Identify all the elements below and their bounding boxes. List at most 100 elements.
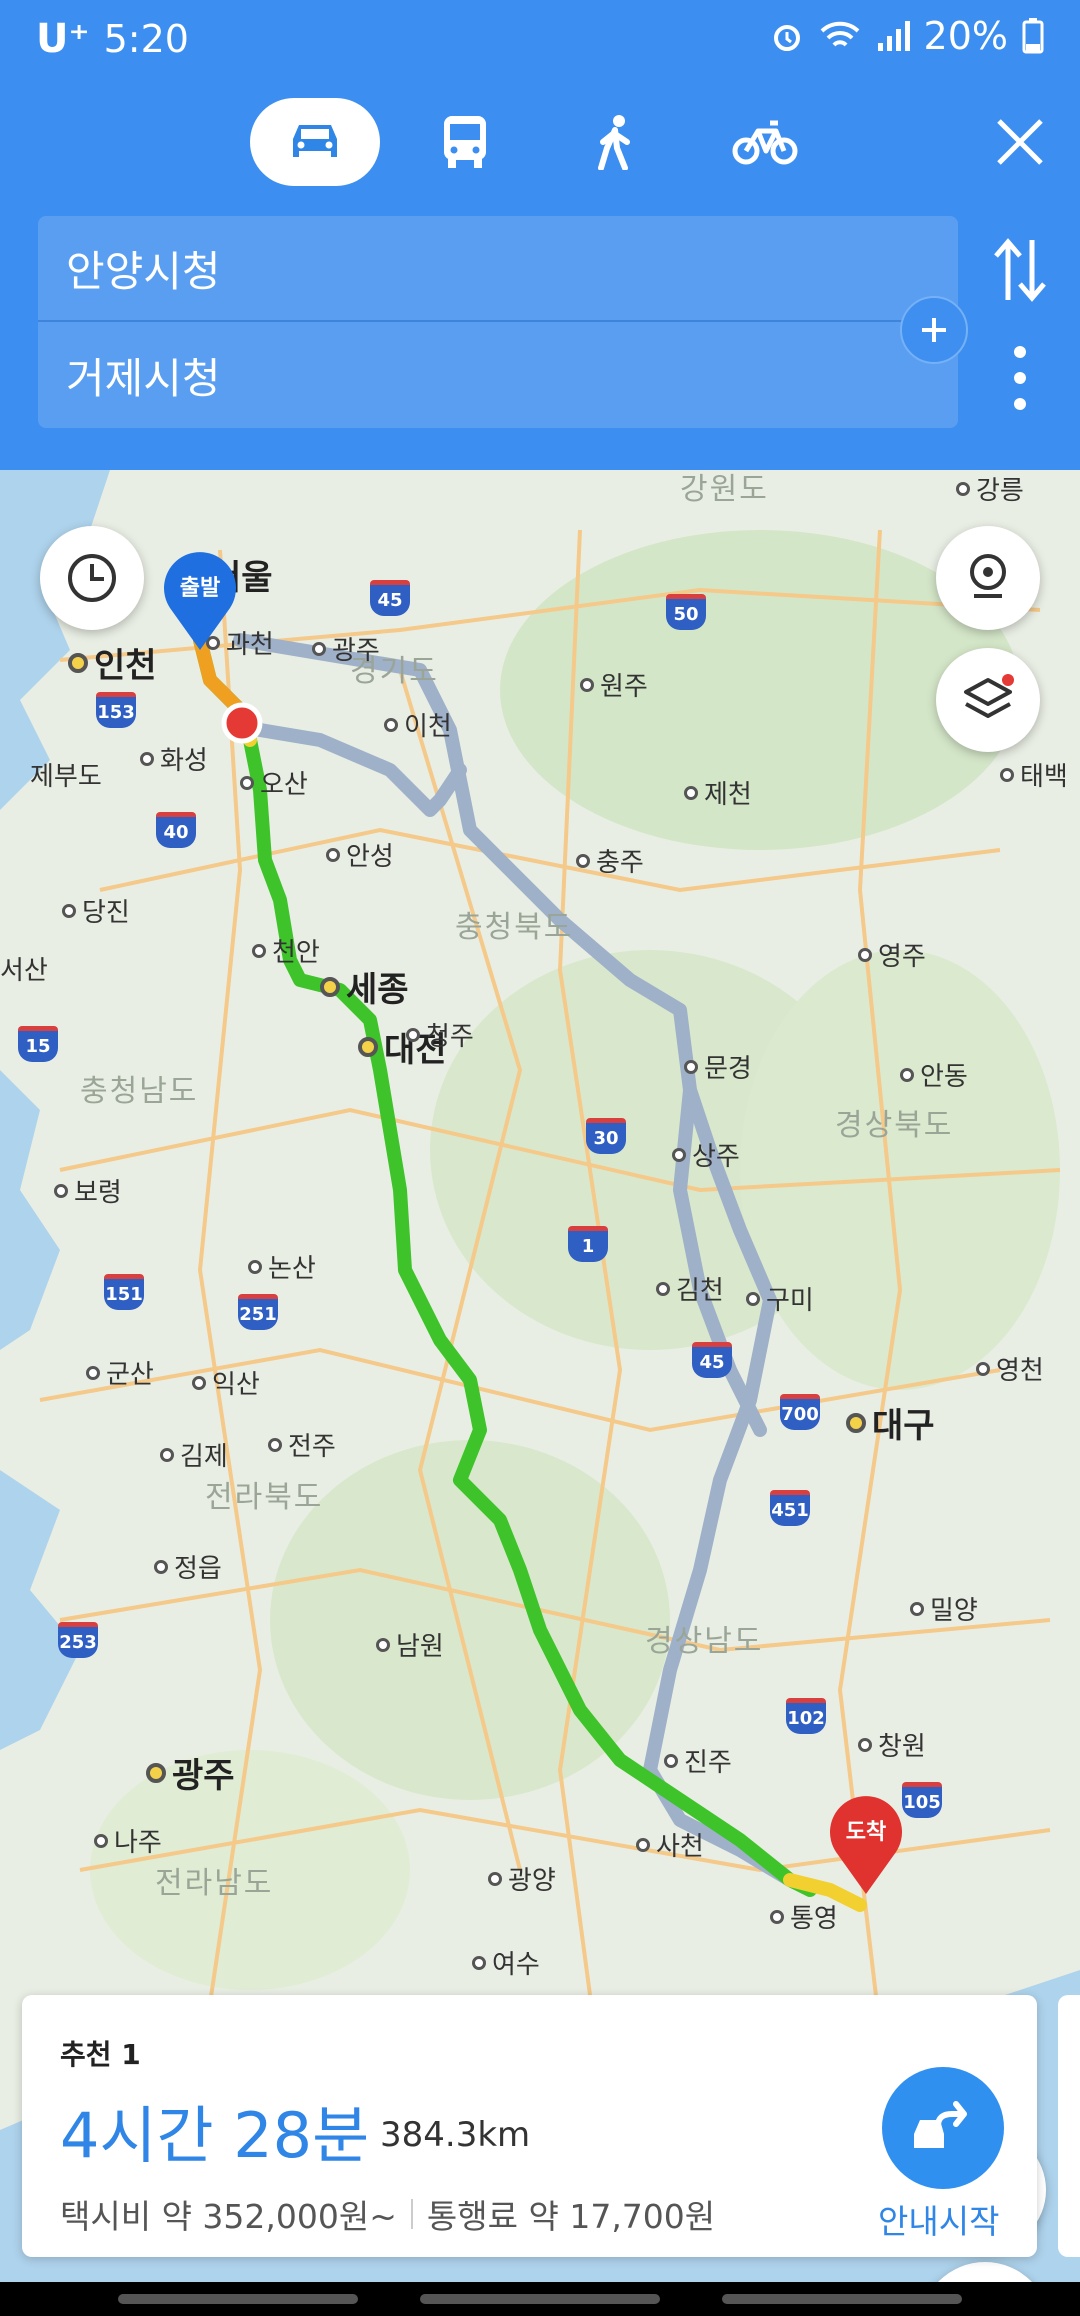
region-label: 충청남도	[80, 1074, 199, 1109]
city-label: 당진	[62, 892, 130, 929]
highway-shield: 45	[370, 580, 410, 616]
recommendation-label: 추천 1	[60, 2038, 141, 2071]
city-label: 서산	[0, 956, 48, 986]
tab-walk[interactable]	[550, 98, 680, 186]
tab-bus[interactable]	[400, 98, 530, 186]
car-icon	[293, 125, 337, 157]
city-label: 나주	[94, 1822, 162, 1859]
layers-button[interactable]	[936, 648, 1040, 752]
city-label: 영천	[976, 1350, 1044, 1387]
city-label: 대구	[846, 1398, 935, 1447]
city-label: 김천	[656, 1270, 724, 1307]
taxi-fare: 택시비 약 352,000원~	[60, 2197, 397, 2236]
route-inputs: 안양시청 거제시청	[38, 216, 968, 428]
city-label: 이천	[384, 706, 452, 743]
nav-handle	[420, 2294, 660, 2304]
city-label: 태백	[1000, 756, 1068, 793]
city-label: 문경	[684, 1048, 752, 1085]
city-label: 광양	[488, 1860, 556, 1897]
city-label: 진주	[664, 1742, 732, 1779]
clock: 5:20	[103, 17, 189, 61]
destination-pin[interactable]: 도착	[824, 1796, 908, 1896]
fare-row: 택시비 약 352,000원~ 통행료 약 17,700원	[60, 2190, 715, 2238]
route-option-card[interactable]: 추천 1 4시간 28분 384.3km 택시비 약 352,000원~ 통행료…	[22, 1995, 1037, 2257]
highway-shield: 30	[586, 1118, 626, 1154]
city-label: 세종	[320, 962, 409, 1011]
city-label: 청주	[406, 1016, 474, 1053]
tab-bike[interactable]	[700, 98, 830, 186]
city-label: 인천	[68, 638, 157, 687]
swap-route-button[interactable]	[988, 230, 1052, 310]
city-label: 구미	[746, 1280, 814, 1317]
current-location-marker	[221, 702, 263, 744]
navigation-arrow-icon	[914, 2101, 967, 2148]
city-label: 천안	[252, 932, 320, 969]
city-label: 강릉	[956, 470, 1024, 507]
nav-handle	[722, 2294, 962, 2304]
destination-marker-icon	[830, 1796, 902, 1894]
highway-shield: 1	[568, 1226, 608, 1262]
close-button[interactable]	[988, 110, 1052, 174]
city-label: 김제	[160, 1436, 228, 1473]
start-navigation-button[interactable]	[882, 2067, 1004, 2189]
highway-shield: 700	[780, 1394, 820, 1430]
history-button[interactable]	[40, 526, 144, 630]
region-label: 전라북도	[205, 1480, 324, 1515]
battery-percent: 20%	[923, 14, 1008, 58]
signal-icon	[877, 21, 910, 51]
highway-shield: 50	[666, 594, 706, 630]
city-label: 익산	[192, 1364, 260, 1401]
highway-shield: 253	[58, 1622, 98, 1658]
city-label: 정읍	[154, 1548, 222, 1585]
more-options-button[interactable]	[1000, 342, 1040, 414]
highway-shield: 45	[692, 1342, 732, 1378]
layers-icon	[964, 674, 1014, 718]
next-route-card[interactable]	[1058, 1995, 1080, 2257]
close-icon	[997, 119, 1043, 165]
city-label: 창원	[858, 1726, 926, 1763]
highway-shield: 102	[786, 1698, 826, 1734]
location-pin-button[interactable]	[936, 526, 1040, 630]
swap-icon	[994, 238, 1046, 302]
destination-pin-label: 도착	[845, 1820, 887, 1845]
bike-icon	[732, 120, 798, 165]
city-label: 화성	[140, 740, 208, 777]
place-icon	[970, 554, 1006, 598]
origin-field[interactable]: 안양시청	[38, 216, 958, 322]
add-waypoint-button[interactable]	[900, 296, 968, 364]
highway-shield: 153	[96, 692, 136, 728]
route-header: 안양시청 거제시청	[0, 80, 1080, 470]
nav-handle	[118, 2294, 358, 2304]
city-label: 광주	[146, 1748, 235, 1797]
region-label: 강원도	[680, 472, 769, 507]
highway-shield: 151	[104, 1274, 144, 1310]
region-label: 경상북도	[835, 1108, 954, 1143]
region-label: 경상남도	[645, 1624, 764, 1659]
highway-shield: 105	[902, 1782, 942, 1818]
city-label: 오산	[240, 764, 308, 801]
city-label: 안성	[326, 836, 394, 873]
destination-field[interactable]: 거제시청	[38, 322, 958, 428]
city-label: 보령	[54, 1172, 122, 1209]
city-label: 밀양	[910, 1590, 978, 1627]
city-label: 안동	[900, 1056, 968, 1093]
bus-icon	[444, 116, 486, 168]
highway-shield: 251	[238, 1294, 278, 1330]
divider	[410, 2199, 413, 2229]
start-navigation-label[interactable]: 안내시작	[878, 2195, 999, 2243]
city-label: 원주	[580, 666, 648, 703]
start-pin-label: 출발	[179, 576, 221, 601]
carrier-label: U⁺	[36, 16, 90, 62]
city-label: 충주	[576, 842, 644, 879]
battery-icon	[1022, 18, 1044, 54]
more-vertical-icon	[1014, 346, 1026, 410]
status-bar: U⁺ 5:20 20%	[0, 0, 1080, 80]
city-label: 광주	[312, 630, 380, 667]
city-label: 남원	[376, 1626, 444, 1663]
start-marker-icon	[164, 552, 236, 650]
start-pin[interactable]: 출발	[158, 552, 242, 652]
region-label: 충청북도	[455, 910, 574, 945]
tab-car[interactable]	[250, 98, 380, 186]
city-label: 통영	[770, 1898, 838, 1935]
wifi-icon	[820, 21, 859, 47]
